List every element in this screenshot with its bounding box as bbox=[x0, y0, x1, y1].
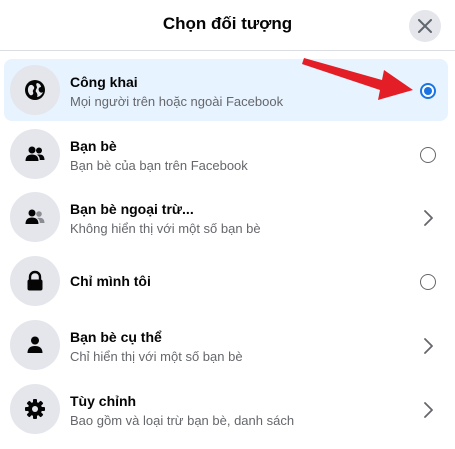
option-text: Công khai Mọi người trên hoặc ngoài Face… bbox=[70, 73, 400, 110]
dialog-title: Chọn đối tượng bbox=[162, 14, 293, 33]
option-radio[interactable] bbox=[418, 81, 438, 101]
friends-except-icon bbox=[25, 209, 45, 224]
option-label: Bạn bè cụ thể bbox=[70, 329, 162, 345]
person-icon bbox=[27, 336, 43, 353]
option-radio[interactable] bbox=[418, 272, 438, 292]
lock-icon bbox=[27, 270, 43, 291]
icon-circle bbox=[10, 320, 60, 370]
friends-icon bbox=[25, 146, 45, 161]
icon-circle bbox=[10, 384, 60, 434]
option-public[interactable]: Công khai Mọi người trên hoặc ngoài Face… bbox=[4, 59, 448, 121]
option-description: Không hiển thị với một số bạn bè bbox=[70, 221, 261, 236]
radio-unselected-icon bbox=[420, 147, 436, 163]
icon-circle bbox=[10, 129, 60, 179]
chevron-right-icon bbox=[424, 402, 433, 418]
option-text: Chỉ mình tôi bbox=[70, 272, 400, 290]
option-label: Bạn bè bbox=[70, 138, 117, 154]
option-text: Bạn bè Bạn bè của bạn trên Facebook bbox=[70, 137, 400, 174]
option-specific-friends[interactable]: Bạn bè cụ thể Chỉ hiển thị với một số bạ… bbox=[4, 314, 448, 376]
option-description: Chỉ hiển thị với một số bạn bè bbox=[70, 349, 243, 364]
globe-icon bbox=[25, 80, 45, 100]
option-text: Bạn bè cụ thể Chỉ hiển thị với một số bạ… bbox=[70, 328, 400, 365]
close-icon bbox=[418, 19, 432, 33]
option-text: Tùy chỉnh Bao gồm và loại trừ bạn bè, da… bbox=[70, 392, 400, 429]
option-description: Bạn bè của bạn trên Facebook bbox=[70, 158, 248, 173]
radio-unselected-icon bbox=[420, 274, 436, 290]
option-label: Bạn bè ngoại trừ... bbox=[70, 201, 194, 217]
close-button[interactable] bbox=[409, 10, 441, 42]
option-description: Bao gồm và loại trừ bạn bè, danh sách bbox=[70, 413, 295, 428]
dialog-header: Chọn đối tượng bbox=[0, 0, 455, 51]
option-only-me[interactable]: Chỉ mình tôi bbox=[4, 250, 448, 312]
option-radio[interactable] bbox=[418, 145, 438, 165]
option-custom[interactable]: Tùy chỉnh Bao gồm và loại trừ bạn bè, da… bbox=[4, 378, 448, 440]
option-friends-except[interactable]: Bạn bè ngoại trừ... Không hiển thị với m… bbox=[4, 186, 448, 248]
radio-selected-icon bbox=[420, 83, 436, 99]
chevron-right-icon bbox=[424, 338, 433, 354]
audience-dialog: Chọn đối tượng Công khai Mọi người trên … bbox=[0, 0, 455, 449]
chevron-right-icon bbox=[424, 210, 433, 226]
option-chevron[interactable] bbox=[418, 400, 438, 420]
option-friends[interactable]: Bạn bè Bạn bè của bạn trên Facebook bbox=[4, 123, 448, 185]
option-label: Tùy chỉnh bbox=[70, 393, 137, 409]
icon-circle bbox=[10, 65, 60, 115]
option-chevron[interactable] bbox=[418, 336, 438, 356]
option-label: Công khai bbox=[70, 74, 138, 90]
icon-circle bbox=[10, 256, 60, 306]
option-label: Chỉ mình tôi bbox=[70, 273, 151, 289]
option-chevron[interactable] bbox=[418, 208, 438, 228]
gear-icon bbox=[25, 399, 45, 419]
option-description: Mọi người trên hoặc ngoài Facebook bbox=[70, 94, 284, 109]
option-text: Bạn bè ngoại trừ... Không hiển thị với m… bbox=[70, 200, 400, 237]
icon-circle bbox=[10, 192, 60, 242]
